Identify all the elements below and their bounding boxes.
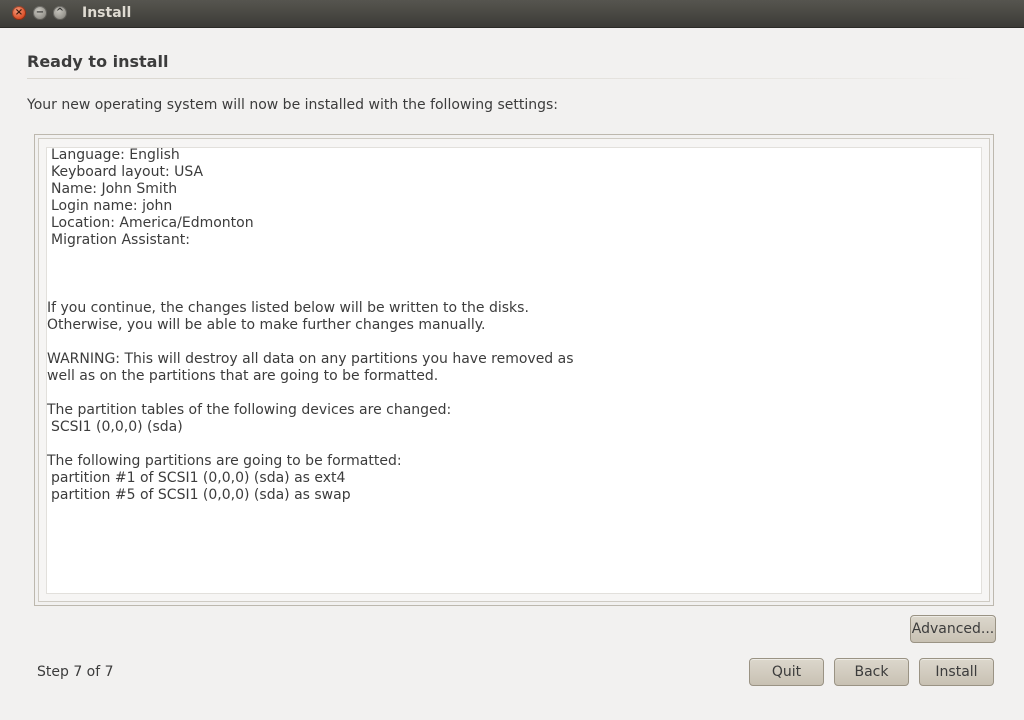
back-button[interactable]: Back xyxy=(834,658,909,686)
setting-login-name: Login name: john xyxy=(51,198,173,214)
warning-line-1: WARNING: This will destroy all data on a… xyxy=(47,351,574,367)
format-partition-1: partition #1 of SCSI1 (0,0,0) (sda) as e… xyxy=(51,470,346,486)
summary-frame: Language: English Keyboard layout: USA N… xyxy=(34,134,994,606)
partition-table-device: SCSI1 (0,0,0) (sda) xyxy=(51,419,183,435)
window-titlebar: × − ^ Install xyxy=(0,0,1024,28)
page-title: Ready to install xyxy=(27,52,169,71)
maximize-icon[interactable]: ^ xyxy=(53,6,67,20)
close-icon[interactable]: × xyxy=(12,6,26,20)
partition-tables-heading: The partition tables of the following de… xyxy=(47,402,452,418)
heading-divider xyxy=(27,78,977,79)
minimize-icon[interactable]: − xyxy=(33,6,47,20)
setting-location: Location: America/Edmonton xyxy=(51,215,254,231)
summary-text-view[interactable]: Language: English Keyboard layout: USA N… xyxy=(46,147,982,594)
notice-line-1: If you continue, the changes listed belo… xyxy=(47,300,529,316)
setting-migration-assistant: Migration Assistant: xyxy=(51,232,190,248)
summary-frame-inner: Language: English Keyboard layout: USA N… xyxy=(38,138,990,602)
page-subtitle: Your new operating system will now be in… xyxy=(27,97,559,113)
quit-button[interactable]: Quit xyxy=(749,658,824,686)
warning-line-2: well as on the partitions that are going… xyxy=(47,368,439,384)
advanced-button[interactable]: Advanced... xyxy=(910,615,996,643)
setting-language: Language: English xyxy=(51,147,180,163)
install-button[interactable]: Install xyxy=(919,658,994,686)
notice-line-2: Otherwise, you will be able to make furt… xyxy=(47,317,486,333)
window-title: Install xyxy=(82,5,132,21)
setting-name: Name: John Smith xyxy=(51,181,178,197)
format-partition-5: partition #5 of SCSI1 (0,0,0) (sda) as s… xyxy=(51,487,351,503)
setting-keyboard-layout: Keyboard layout: USA xyxy=(51,164,204,180)
step-indicator: Step 7 of 7 xyxy=(37,664,114,680)
format-heading: The following partitions are going to be… xyxy=(47,453,402,469)
